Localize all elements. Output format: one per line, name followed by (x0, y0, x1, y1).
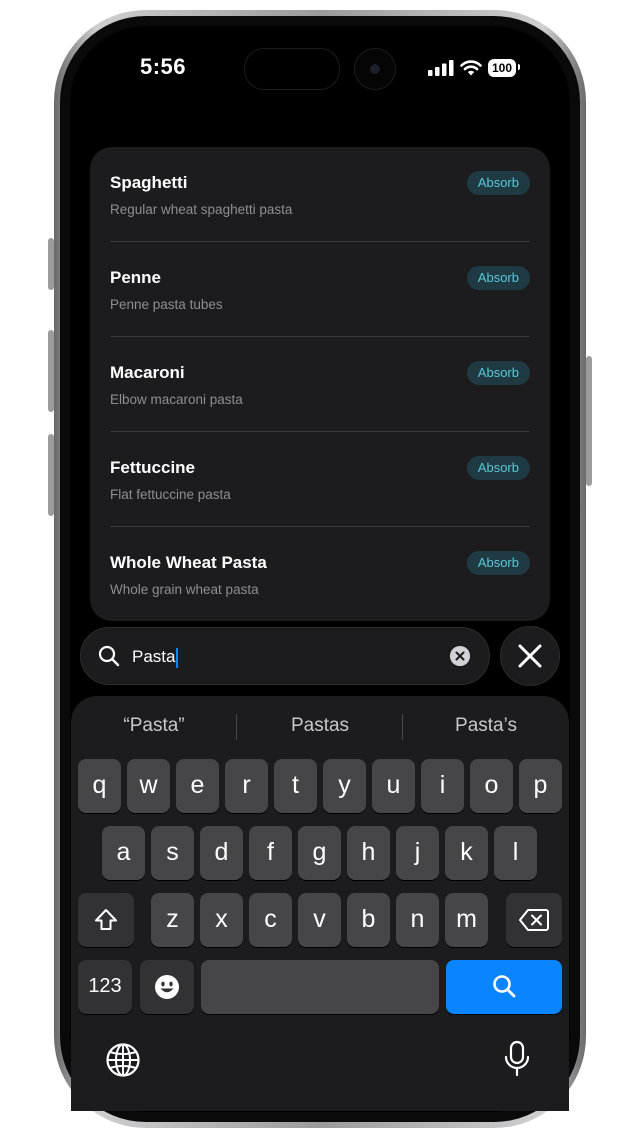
list-item[interactable]: Spaghetti Regular wheat spaghetti pasta … (110, 147, 530, 242)
list-item[interactable]: Macaroni Elbow macaroni pasta Absorb (110, 337, 530, 432)
key-h[interactable]: h (347, 826, 390, 880)
search-input-wrap: Pasta (132, 647, 179, 668)
item-description: Elbow macaroni pasta (110, 392, 243, 407)
emoji-key[interactable] (140, 960, 194, 1014)
key-v[interactable]: v (298, 893, 341, 947)
item-name: Penne (110, 268, 162, 287)
key-w[interactable]: w (127, 759, 170, 813)
volume-up-button (48, 330, 54, 412)
key-t[interactable]: t (274, 759, 317, 813)
key-m[interactable]: m (445, 893, 488, 947)
absorb-button[interactable]: Absorb (466, 171, 530, 195)
item-name: Macaroni (110, 363, 185, 382)
cancel-search-button[interactable] (500, 626, 560, 686)
suggestion-item[interactable]: “Pasta” (71, 706, 237, 746)
key-i[interactable]: i (421, 759, 464, 813)
suggestion-item[interactable]: Pastas (237, 706, 403, 746)
item-description: Flat fettuccine pasta (110, 487, 231, 502)
key-k[interactable]: k (445, 826, 488, 880)
item-description: Penne pasta tubes (110, 297, 223, 312)
delete-key[interactable] (506, 893, 562, 947)
key-b[interactable]: b (347, 893, 390, 947)
close-icon (518, 644, 542, 668)
shift-icon (95, 909, 117, 930)
wifi-icon (460, 60, 482, 76)
key-d[interactable]: d (200, 826, 243, 880)
key-c[interactable]: c (249, 893, 292, 947)
key-x[interactable]: x (200, 893, 243, 947)
list-item[interactable]: Whole Wheat Pasta Whole grain wheat past… (110, 527, 530, 621)
search-icon (98, 645, 120, 667)
item-name: Spaghetti (110, 173, 188, 192)
key-n[interactable]: n (396, 893, 439, 947)
search-key[interactable] (446, 960, 562, 1014)
microphone-icon[interactable] (502, 1040, 532, 1078)
key-z[interactable]: z (151, 893, 194, 947)
list-item[interactable]: Fettuccine Flat fettuccine pasta Absorb (110, 432, 530, 527)
key-a[interactable]: a (102, 826, 145, 880)
key-y[interactable]: y (323, 759, 366, 813)
item-name: Whole Wheat Pasta (110, 553, 267, 572)
key-g[interactable]: g (298, 826, 341, 880)
results-list: Spaghetti Regular wheat spaghetti pasta … (90, 147, 550, 621)
text-cursor (176, 647, 179, 668)
front-camera (354, 48, 396, 90)
space-key[interactable] (201, 960, 439, 1014)
cellular-signal-icon (428, 60, 454, 76)
key-r[interactable]: r (225, 759, 268, 813)
predictive-bar: “Pasta” Pastas Pasta’s (71, 706, 569, 746)
absorb-button[interactable]: Absorb (466, 266, 530, 290)
absorb-button[interactable]: Absorb (466, 361, 530, 385)
key-u[interactable]: u (372, 759, 415, 813)
key-l[interactable]: l (494, 826, 537, 880)
key-q[interactable]: q (78, 759, 121, 813)
shift-key[interactable] (78, 893, 134, 947)
search-input[interactable]: Pasta (132, 647, 175, 666)
search-field[interactable]: Pasta (80, 627, 490, 685)
power-button (586, 356, 592, 486)
suggestion-item[interactable]: Pasta’s (403, 706, 569, 746)
absorb-button[interactable]: Absorb (466, 456, 530, 480)
volume-down-button (48, 434, 54, 516)
key-f[interactable]: f (249, 826, 292, 880)
status-icons: 100 (428, 58, 521, 78)
emoji-icon (155, 975, 179, 999)
numbers-key[interactable]: 123 (78, 960, 132, 1014)
list-item[interactable]: Penne Penne pasta tubes Absorb (110, 242, 530, 337)
search-icon (493, 975, 516, 998)
delete-icon (519, 909, 549, 931)
clear-icon[interactable] (450, 646, 470, 666)
battery-indicator: 100 (488, 59, 521, 77)
action-button (48, 238, 54, 290)
key-e[interactable]: e (176, 759, 219, 813)
key-o[interactable]: o (470, 759, 513, 813)
item-description: Regular wheat spaghetti pasta (110, 202, 293, 217)
globe-icon[interactable] (105, 1042, 141, 1078)
status-time: 5:56 (140, 54, 187, 79)
item-description: Whole grain wheat pasta (110, 582, 259, 597)
dynamic-island (244, 48, 340, 90)
key-j[interactable]: j (396, 826, 439, 880)
key-s[interactable]: s (151, 826, 194, 880)
item-name: Fettuccine (110, 458, 196, 477)
key-p[interactable]: p (519, 759, 562, 813)
absorb-button[interactable]: Absorb (466, 551, 530, 575)
